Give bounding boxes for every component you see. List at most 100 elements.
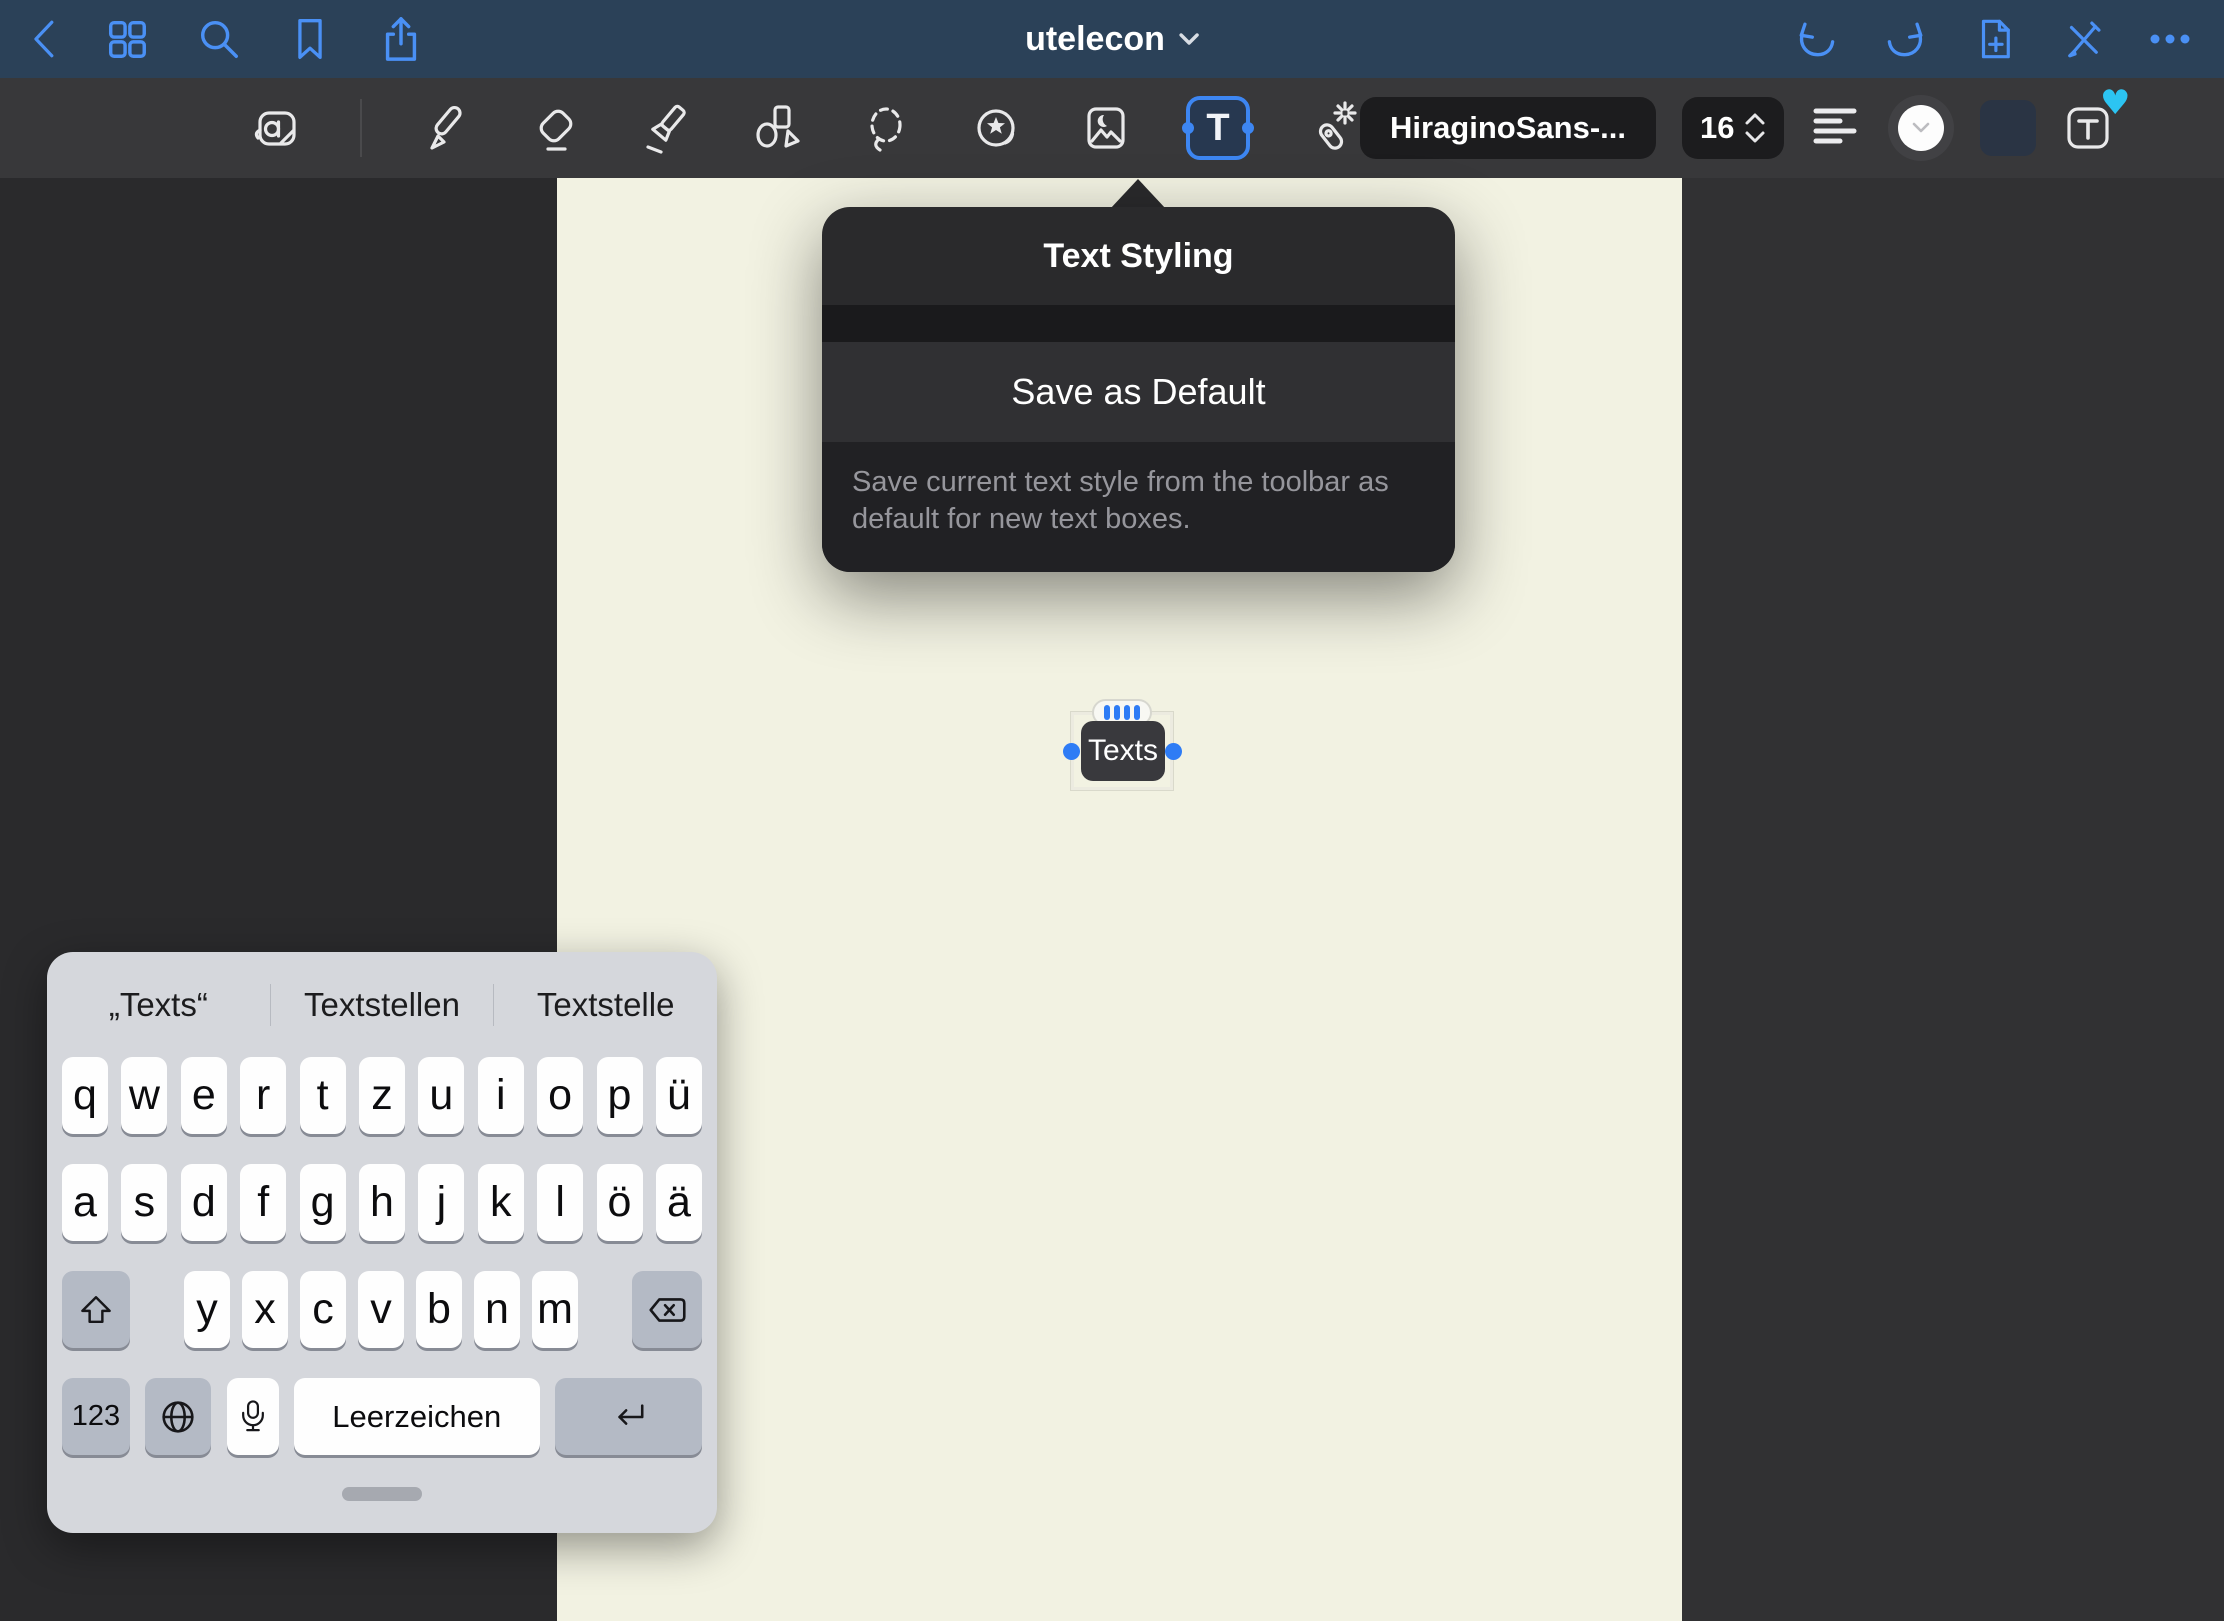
text-tool-icon[interactable]: T: [1186, 96, 1250, 160]
key-l[interactable]: l: [537, 1164, 583, 1241]
back-icon[interactable]: [28, 14, 58, 64]
key-ue[interactable]: ü: [656, 1057, 702, 1134]
key-u[interactable]: u: [418, 1057, 464, 1134]
numbers-key[interactable]: 123: [62, 1378, 130, 1455]
key-p[interactable]: p: [597, 1057, 643, 1134]
drag-bar: [1114, 705, 1120, 720]
key-e[interactable]: e: [181, 1057, 227, 1134]
pen-tool-icon[interactable]: [416, 98, 476, 158]
drag-bar: [1104, 705, 1110, 720]
key-n[interactable]: n: [474, 1271, 520, 1348]
dictation-key[interactable]: [227, 1378, 279, 1455]
font-name-button[interactable]: HiraginoSans-...: [1360, 97, 1656, 159]
bookmark-icon[interactable]: [288, 15, 332, 63]
laser-pointer-tool-icon[interactable]: [1300, 98, 1360, 158]
key-w[interactable]: w: [121, 1057, 167, 1134]
grid-icon[interactable]: [104, 16, 150, 62]
suggestion-quoted[interactable]: „Texts“: [47, 986, 270, 1024]
highlighter-tool-icon[interactable]: [636, 98, 696, 158]
return-key[interactable]: [555, 1378, 702, 1455]
more-icon[interactable]: [2148, 32, 2192, 46]
key-g[interactable]: g: [300, 1164, 346, 1241]
backspace-key[interactable]: [632, 1271, 702, 1348]
key-ae[interactable]: ä: [656, 1164, 702, 1241]
keyboard-row-4: 123 Leerzeichen: [62, 1378, 702, 1455]
keyboard-row-1: q w e r t z u i o p ü: [62, 1057, 702, 1134]
text-tool-notch-left: [1182, 122, 1194, 134]
canvas-background-right: [1682, 178, 2224, 1621]
key-q[interactable]: q: [62, 1057, 108, 1134]
top-nav-bar: utelecon: [0, 0, 2224, 78]
shapes-tool-icon[interactable]: [746, 98, 806, 158]
drag-bar: [1124, 705, 1130, 720]
drag-bar: [1134, 705, 1140, 720]
document-title-text: utelecon: [1025, 20, 1165, 59]
key-s[interactable]: s: [121, 1164, 167, 1241]
key-i[interactable]: i: [478, 1057, 524, 1134]
scribble-tool-icon[interactable]: [246, 98, 306, 158]
key-x[interactable]: x: [242, 1271, 288, 1348]
onscreen-keyboard: „Texts“ Textstellen Textstelle q w e r t…: [47, 952, 717, 1533]
stepper-chevrons-icon: [1744, 110, 1766, 146]
image-tool-icon[interactable]: [1076, 98, 1136, 158]
font-size-value: 16: [1700, 110, 1734, 146]
popover-arrow: [1110, 179, 1166, 209]
shift-key[interactable]: [62, 1271, 130, 1348]
undo-icon[interactable]: [1792, 16, 1840, 62]
share-icon[interactable]: [378, 14, 424, 64]
keyboard-row-2: a s d f g h j k l ö ä: [62, 1164, 702, 1241]
key-o[interactable]: o: [537, 1057, 583, 1134]
shift-icon: [76, 1291, 116, 1329]
tool-toolbar: T HiraginoSans-... 16: [0, 78, 2224, 178]
key-z[interactable]: z: [359, 1057, 405, 1134]
suggestion-2[interactable]: Textstelle: [494, 986, 717, 1024]
popover-separator-band: [822, 305, 1455, 342]
chevron-down-icon: [1911, 121, 1931, 135]
key-k[interactable]: k: [478, 1164, 524, 1241]
key-d[interactable]: d: [181, 1164, 227, 1241]
key-j[interactable]: j: [418, 1164, 464, 1241]
text-styling-popover: Text Styling Save as Default Save curren…: [822, 207, 1455, 572]
document-title[interactable]: utelecon: [1025, 0, 1199, 78]
search-icon[interactable]: [196, 16, 242, 62]
microphone-icon: [235, 1395, 271, 1439]
app-screen: utelecon: [0, 0, 2224, 1621]
resize-handle-right[interactable]: [1165, 743, 1182, 760]
toolbar-divider: [360, 99, 362, 157]
eraser-tool-icon[interactable]: [526, 98, 586, 158]
redo-icon[interactable]: [1882, 16, 1930, 62]
key-b[interactable]: b: [416, 1271, 462, 1348]
save-as-default-button[interactable]: Save as Default: [822, 342, 1455, 442]
chevron-down-icon: [1179, 32, 1199, 46]
key-c[interactable]: c: [300, 1271, 346, 1348]
text-color-swatch-current: [1898, 105, 1944, 151]
text-align-button[interactable]: [1810, 103, 1862, 154]
favorite-heart-badge: ♥: [2100, 86, 2130, 120]
popover-title: Text Styling: [822, 207, 1455, 305]
font-size-stepper[interactable]: 16: [1682, 97, 1784, 159]
key-h[interactable]: h: [359, 1164, 405, 1241]
edit-mode-toggle-icon[interactable]: [2060, 16, 2106, 62]
keyboard-drag-handle[interactable]: [342, 1487, 422, 1501]
key-a[interactable]: a: [62, 1164, 108, 1241]
key-f[interactable]: f: [240, 1164, 286, 1241]
key-y[interactable]: y: [184, 1271, 230, 1348]
text-style-button[interactable]: ♥: [2062, 102, 2114, 154]
suggestion-bar: „Texts“ Textstellen Textstelle: [47, 970, 717, 1040]
key-t[interactable]: t: [300, 1057, 346, 1134]
secondary-color-swatch[interactable]: [1980, 100, 2036, 156]
suggestion-1[interactable]: Textstellen: [271, 986, 494, 1024]
add-page-icon[interactable]: [1972, 14, 2018, 64]
resize-handle-left[interactable]: [1063, 743, 1080, 760]
stickers-tool-icon[interactable]: [966, 98, 1026, 158]
text-box[interactable]: Texts: [1081, 721, 1165, 781]
key-oe[interactable]: ö: [597, 1164, 643, 1241]
text-color-swatch[interactable]: [1888, 95, 1954, 161]
globe-key[interactable]: [145, 1378, 211, 1455]
lasso-tool-icon[interactable]: [856, 98, 916, 158]
space-key[interactable]: Leerzeichen: [294, 1378, 540, 1455]
key-r[interactable]: r: [240, 1057, 286, 1134]
key-v[interactable]: v: [358, 1271, 404, 1348]
backspace-icon: [643, 1292, 691, 1328]
key-m[interactable]: m: [532, 1271, 578, 1348]
